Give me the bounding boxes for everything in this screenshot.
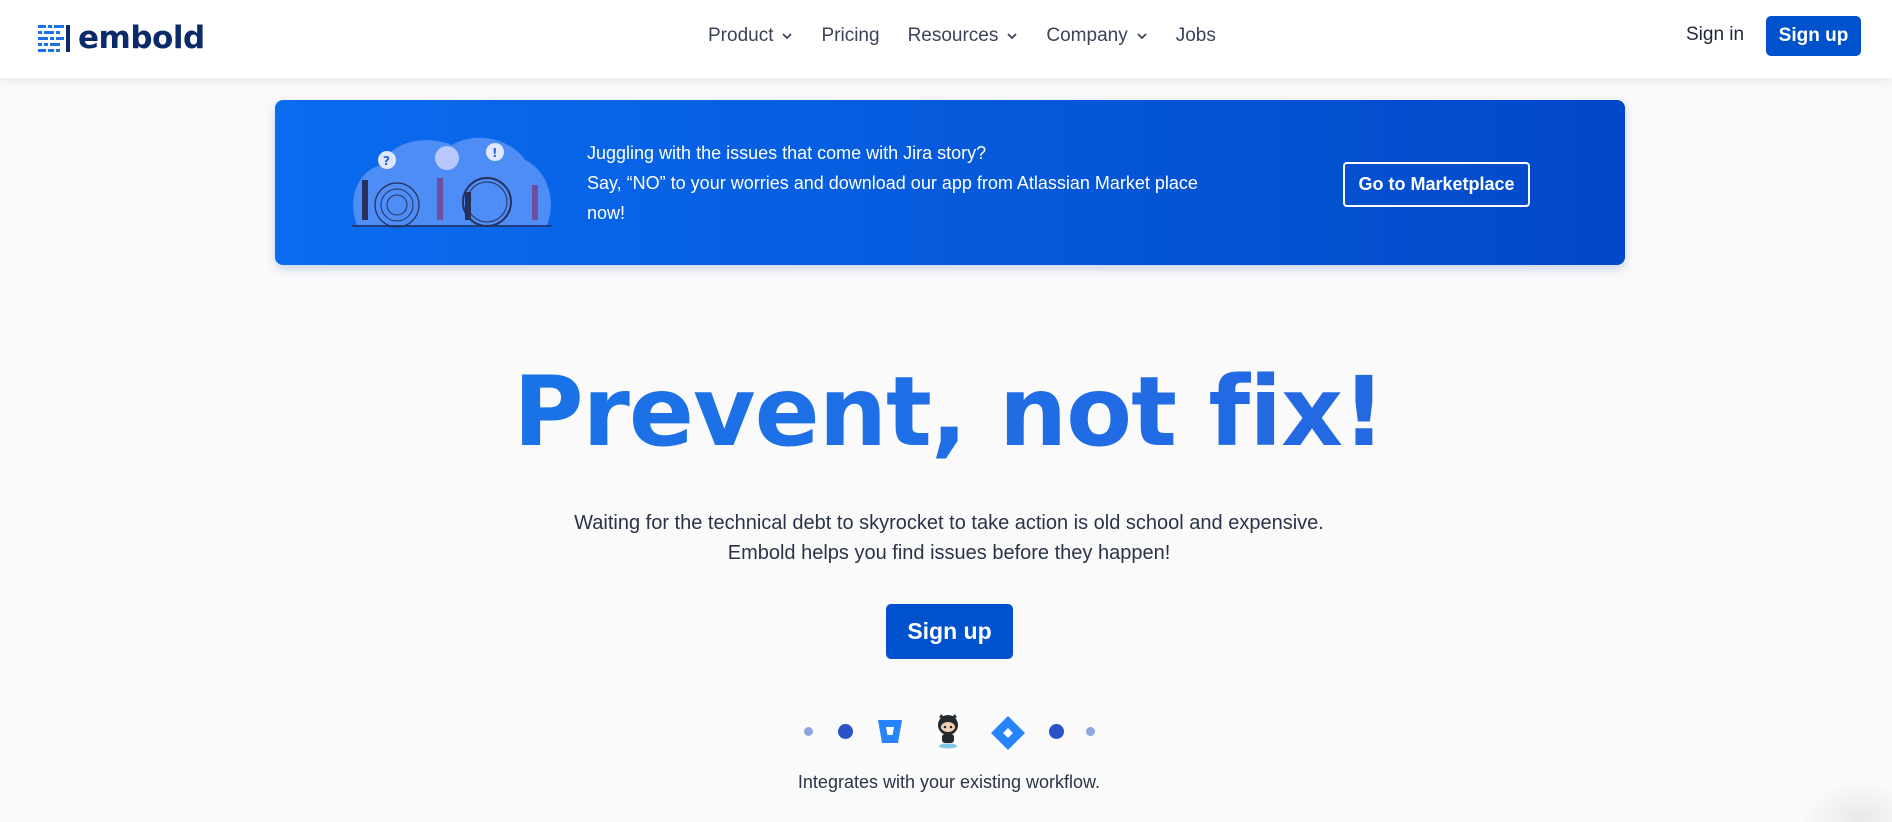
integrations-caption: Integrates with your existing workflow. bbox=[797, 772, 1101, 792]
chevron-down-icon bbox=[1007, 33, 1018, 40]
jira-icon bbox=[991, 716, 1025, 750]
main-nav: Product Pricing Resources Company Jobs bbox=[708, 0, 1216, 72]
nav-item-label: Company bbox=[1046, 25, 1128, 46]
chevron-down-icon bbox=[782, 33, 793, 40]
decorative-dot bbox=[838, 724, 853, 739]
banner-line-2: Say, “NO” to your worries and download o… bbox=[587, 173, 1198, 223]
nav-item-label: Jobs bbox=[1175, 25, 1216, 46]
nav-item-jobs[interactable]: Jobs bbox=[1176, 25, 1216, 47]
svg-text:!: ! bbox=[492, 146, 497, 160]
nav-item-label: Resources bbox=[907, 25, 999, 46]
decorative-dot bbox=[1049, 724, 1064, 739]
nav-item-product[interactable]: Product bbox=[708, 25, 793, 47]
top-navigation-bar: embold Product Pricing Resources Company… bbox=[0, 0, 1892, 78]
hero-sign-up-button[interactable]: Sign up bbox=[886, 604, 1013, 659]
nav-item-label: Pricing bbox=[821, 25, 880, 46]
sign-up-button[interactable]: Sign up bbox=[1766, 16, 1861, 56]
banner-line-1: Juggling with the issues that come with … bbox=[587, 143, 987, 163]
github-octocat-icon bbox=[938, 714, 958, 749]
banner-message: Juggling with the issues that come with … bbox=[587, 138, 1207, 228]
marketplace-promo-banner: ? ! Juggling with the issues that come w… bbox=[275, 100, 1625, 265]
nav-item-label: Product bbox=[708, 25, 774, 46]
embold-logo-mark-icon bbox=[38, 25, 70, 52]
svg-text:?: ? bbox=[383, 154, 390, 168]
juggling-issues-illustration-icon: ? ! bbox=[352, 137, 552, 228]
decorative-corner-shadow bbox=[1800, 780, 1892, 822]
bitbucket-icon bbox=[878, 720, 902, 743]
hero-subtitle-line-2: Embold helps you find issues before they… bbox=[727, 542, 1171, 564]
sign-in-link[interactable]: Sign in bbox=[1686, 24, 1744, 46]
nav-item-resources[interactable]: Resources bbox=[908, 25, 1019, 47]
hero-subtitle-line-1: Waiting for the technical debt to skyroc… bbox=[574, 512, 1324, 534]
decorative-dot bbox=[804, 727, 813, 736]
go-to-marketplace-button[interactable]: Go to Marketplace bbox=[1343, 162, 1530, 207]
embold-logo[interactable]: embold bbox=[38, 18, 205, 58]
nav-item-pricing[interactable]: Pricing bbox=[821, 25, 879, 47]
chevron-down-icon bbox=[1137, 33, 1147, 40]
hero-subtitle: Waiting for the technical debt to skyroc… bbox=[0, 508, 1892, 568]
decorative-dot bbox=[1086, 727, 1095, 736]
nav-item-company[interactable]: Company bbox=[1046, 25, 1147, 47]
brand-name: embold bbox=[78, 20, 205, 56]
hero-title: Prevent, not fix! bbox=[0, 352, 1892, 472]
